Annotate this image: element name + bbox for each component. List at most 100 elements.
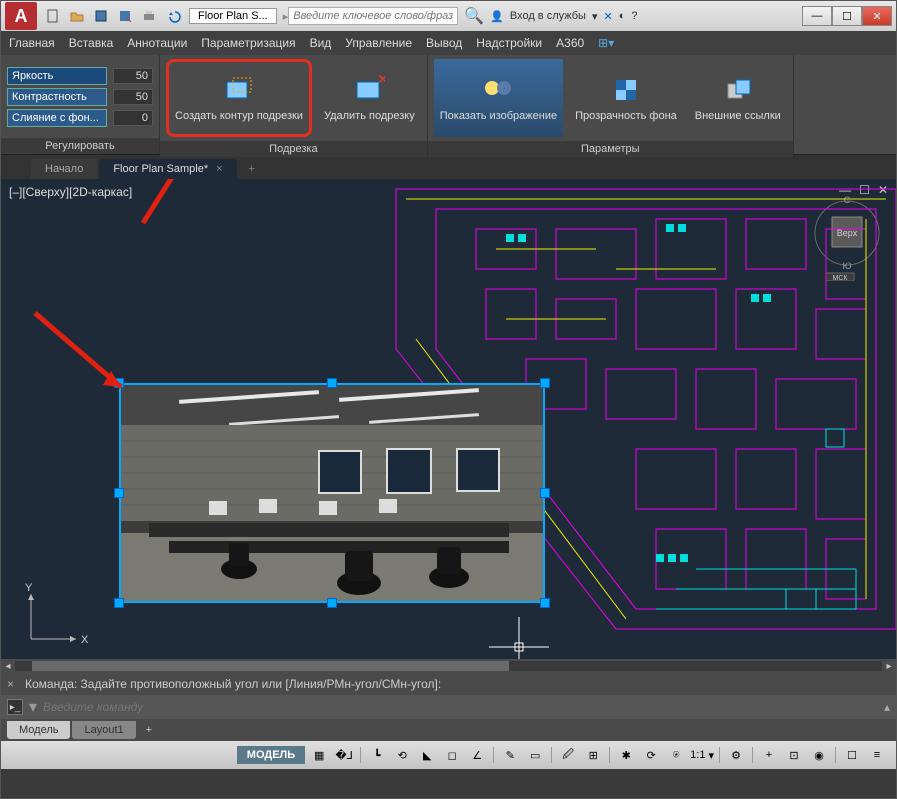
undo-icon[interactable] bbox=[163, 6, 183, 26]
layout-tab-layout1[interactable]: Layout1 bbox=[72, 721, 135, 739]
menu-manage[interactable]: Управление bbox=[345, 36, 412, 50]
layout-add[interactable]: + bbox=[138, 721, 160, 739]
view-label[interactable]: [–][Сверху][2D-каркас] bbox=[9, 185, 132, 199]
menu-main[interactable]: Главная bbox=[9, 36, 55, 50]
ws-icon[interactable]: ⚙ bbox=[725, 744, 747, 766]
a360-icon[interactable]: ◐ bbox=[619, 10, 626, 22]
command-input[interactable] bbox=[43, 700, 878, 714]
transparency-button[interactable]: Прозрачность фона bbox=[569, 59, 683, 137]
customize-icon[interactable]: ≡ bbox=[866, 744, 888, 766]
brightness-label[interactable]: Яркость bbox=[7, 67, 107, 85]
panel-adjust: Яркость 50 Контрастность 50 Слияние с фон.… bbox=[1, 55, 160, 154]
open-icon[interactable] bbox=[67, 6, 87, 26]
cmd-close-icon[interactable]: × bbox=[7, 677, 14, 691]
isodraft-icon[interactable]: ◣ bbox=[416, 744, 438, 766]
menu-addons[interactable]: Надстройки bbox=[476, 36, 542, 50]
add-icon[interactable]: + bbox=[758, 744, 780, 766]
print-icon[interactable] bbox=[139, 6, 159, 26]
filetab-close-icon[interactable]: × bbox=[216, 163, 222, 175]
svg-text:X: X bbox=[81, 634, 89, 646]
minimize-button[interactable]: — bbox=[802, 6, 832, 26]
grip-bot-mid[interactable] bbox=[327, 598, 337, 608]
contrast-value[interactable]: 50 bbox=[113, 89, 153, 105]
ann-auto-icon[interactable]: ⟳ bbox=[640, 744, 662, 766]
cmd-recent-icon[interactable]: ▴ bbox=[884, 700, 890, 714]
fade-value[interactable]: 0 bbox=[113, 110, 153, 126]
scale-label[interactable]: 1:1 bbox=[690, 749, 705, 761]
window-controls: — ☐ ✕ bbox=[802, 6, 892, 26]
search-input[interactable] bbox=[288, 7, 458, 25]
transparency-icon bbox=[610, 74, 642, 106]
selected-image[interactable] bbox=[119, 383, 545, 603]
iso-icon[interactable]: ⊡ bbox=[783, 744, 805, 766]
polar-icon[interactable]: ⟲ bbox=[391, 744, 413, 766]
layout-tabs: Модель Layout1 + bbox=[1, 719, 896, 741]
menu-annotate[interactable]: Аннотации bbox=[127, 36, 187, 50]
clean-icon[interactable]: ☐ bbox=[841, 744, 863, 766]
exchange-icon[interactable]: ✕ bbox=[603, 10, 612, 23]
snap-icon[interactable]: �⅃ bbox=[333, 744, 355, 766]
layout-tab-model[interactable]: Модель bbox=[7, 721, 70, 739]
ann-scale-icon[interactable]: ⍟ bbox=[665, 744, 687, 766]
angle-icon[interactable]: ∠ bbox=[466, 744, 488, 766]
tpy-icon[interactable]: ▭ bbox=[524, 744, 546, 766]
xrefs-icon bbox=[722, 74, 754, 106]
panel-params: Показать изображение Прозрачность фона В… bbox=[428, 55, 794, 154]
grip-mid-left[interactable] bbox=[114, 488, 124, 498]
menu-bar: Главная Вставка Аннотации Параметризация… bbox=[1, 31, 896, 55]
menu-output[interactable]: Вывод bbox=[426, 36, 462, 50]
menu-a360[interactable]: A360 bbox=[556, 36, 584, 50]
grip-top-mid[interactable] bbox=[327, 378, 337, 388]
qp-icon[interactable]: 🖉 bbox=[557, 744, 579, 766]
status-model[interactable]: МОДЕЛЬ bbox=[237, 746, 305, 764]
menu-featured[interactable]: ⊞▾ bbox=[598, 36, 614, 50]
user-icon[interactable]: 👤 bbox=[490, 10, 504, 23]
create-clip-button[interactable]: Создать контур подрезки bbox=[166, 59, 312, 137]
osnap-icon[interactable]: ◻ bbox=[441, 744, 463, 766]
contrast-label[interactable]: Контрастность bbox=[7, 88, 107, 106]
hw-icon[interactable]: ◉ bbox=[808, 744, 830, 766]
file-tabs: Начало Floor Plan Sample*× + bbox=[1, 155, 896, 179]
menu-insert[interactable]: Вставка bbox=[69, 36, 114, 50]
remove-clip-button[interactable]: ✕ Удалить подрезку bbox=[318, 59, 421, 137]
xrefs-button[interactable]: Внешние ссылки bbox=[689, 59, 787, 137]
login-link[interactable]: Вход в службы bbox=[510, 10, 586, 22]
grip-bot-left[interactable] bbox=[114, 598, 124, 608]
ucs-icon[interactable]: X Y bbox=[21, 579, 91, 649]
drawing-canvas[interactable]: [–][Сверху][2D-каркас] — ☐ ✕ С Верх Ю МС… bbox=[1, 179, 896, 659]
close-button[interactable]: ✕ bbox=[862, 6, 892, 26]
lwt-icon[interactable]: ✎ bbox=[499, 744, 521, 766]
sc-icon[interactable]: ⊞ bbox=[582, 744, 604, 766]
show-image-button[interactable]: Показать изображение bbox=[434, 59, 563, 137]
panel-params-title: Параметры bbox=[428, 141, 793, 157]
ann-vis-icon[interactable]: ✱ bbox=[615, 744, 637, 766]
horizontal-scrollbar[interactable]: ◂ ▸ bbox=[1, 659, 896, 673]
remove-clip-icon: ✕ bbox=[353, 74, 385, 106]
brightness-value[interactable]: 50 bbox=[113, 68, 153, 84]
maximize-button[interactable]: ☐ bbox=[832, 6, 862, 26]
search-icon[interactable]: 🔍 bbox=[464, 6, 484, 26]
filetab-add[interactable]: + bbox=[239, 159, 265, 179]
menu-parametric[interactable]: Параметризация bbox=[201, 36, 295, 50]
filetab-active[interactable]: Floor Plan Sample*× bbox=[99, 159, 236, 179]
menu-view[interactable]: Вид bbox=[310, 36, 332, 50]
document-title[interactable]: Floor Plan S... bbox=[189, 8, 277, 24]
image-content bbox=[119, 383, 545, 603]
help-icon[interactable]: ? bbox=[631, 10, 637, 22]
fade-label[interactable]: Слияние с фон... bbox=[7, 109, 107, 127]
grip-top-left[interactable] bbox=[114, 378, 124, 388]
grip-top-right[interactable] bbox=[540, 378, 550, 388]
save-icon[interactable] bbox=[91, 6, 111, 26]
grip-mid-right[interactable] bbox=[540, 488, 550, 498]
app-logo[interactable]: A bbox=[5, 2, 37, 30]
cmd-prompt-icon[interactable]: ▸_ bbox=[7, 699, 23, 715]
grid-icon[interactable]: ▦ bbox=[308, 744, 330, 766]
grip-bot-right[interactable] bbox=[540, 598, 550, 608]
ortho-icon[interactable]: ┗ bbox=[366, 744, 388, 766]
filetab-start[interactable]: Начало bbox=[31, 159, 97, 179]
saveas-icon[interactable] bbox=[115, 6, 135, 26]
cursor-crosshair bbox=[489, 617, 549, 659]
svg-text:✕: ✕ bbox=[377, 74, 385, 87]
title-bar: A Floor Plan S... ▸ 🔍 👤 Вход в службы▾ ✕… bbox=[1, 1, 896, 31]
new-icon[interactable] bbox=[43, 6, 63, 26]
